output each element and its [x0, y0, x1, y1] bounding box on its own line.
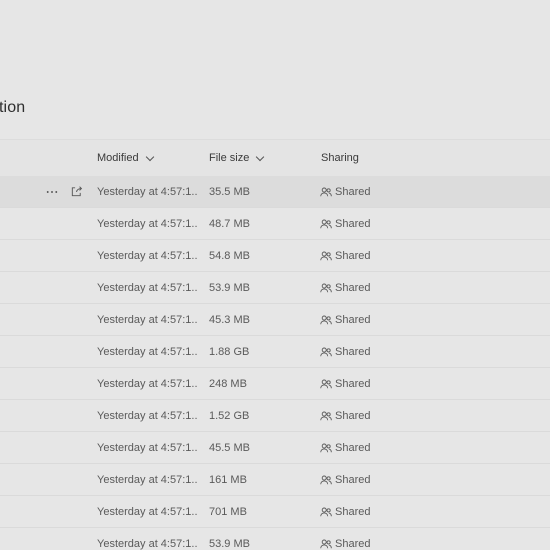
sharing-label: Shared: [335, 537, 371, 550]
sharing-cell[interactable]: Shared: [320, 368, 370, 399]
file-size-cell: 53.9 MB: [209, 281, 250, 294]
file-size-cell: 48.7 MB: [209, 217, 250, 230]
sharing-label: Shared: [335, 377, 371, 390]
people-icon: [320, 411, 332, 421]
file-size-cell: 1.52 GB: [209, 409, 250, 422]
column-header-sharing: Sharing: [321, 140, 359, 176]
file-list-page: tion Modified File size Sharing Yesterda…: [0, 0, 550, 550]
table-row[interactable]: Yesterday at 4:57:1... 1.88 GB Shared: [0, 336, 550, 368]
table-row[interactable]: Yesterday at 4:57:1... 54.8 MB Shared: [0, 240, 550, 272]
people-icon: [320, 539, 332, 549]
table-row[interactable]: Yesterday at 4:57:1... 48.7 MB Shared: [0, 208, 550, 240]
people-icon: [320, 187, 332, 197]
row-actions: [44, 176, 84, 207]
people-icon: [320, 475, 332, 485]
file-size-cell: 35.5 MB: [209, 185, 250, 198]
sharing-label: Shared: [335, 313, 371, 326]
sharing-label: Shared: [335, 345, 371, 358]
column-header-row: Modified File size Sharing: [0, 139, 550, 176]
table-row[interactable]: Yesterday at 4:57:1... 45.5 MB Shared: [0, 432, 550, 464]
modified-cell: Yesterday at 4:57:1...: [97, 345, 197, 358]
table-row[interactable]: Yesterday at 4:57:1... 53.9 MB Shared: [0, 528, 550, 550]
chevron-down-icon: [256, 152, 265, 161]
modified-cell: Yesterday at 4:57:1...: [97, 249, 197, 262]
column-header-sharing-label: Sharing: [321, 152, 359, 164]
sharing-cell[interactable]: Shared: [320, 176, 370, 207]
modified-cell: Yesterday at 4:57:1...: [97, 377, 197, 390]
table-row[interactable]: Yesterday at 4:57:1... 45.3 MB Shared: [0, 304, 550, 336]
sharing-label: Shared: [335, 281, 371, 294]
file-size-cell: 45.3 MB: [209, 313, 250, 326]
sharing-cell[interactable]: Shared: [320, 400, 370, 431]
people-icon: [320, 315, 332, 325]
sharing-label: Shared: [335, 409, 371, 422]
table-row[interactable]: Yesterday at 4:57:1... 53.9 MB Shared: [0, 272, 550, 304]
sharing-label: Shared: [335, 249, 371, 262]
table-row[interactable]: Yesterday at 4:57:1... 161 MB Shared: [0, 464, 550, 496]
modified-cell: Yesterday at 4:57:1...: [97, 313, 197, 326]
page-title: tion: [0, 99, 26, 116]
column-header-file-size-label: File size: [209, 152, 250, 164]
sharing-label: Shared: [335, 441, 371, 454]
people-icon: [320, 443, 332, 453]
people-icon: [320, 379, 332, 389]
share-icon[interactable]: [68, 184, 84, 200]
chevron-down-icon: [145, 152, 154, 161]
people-icon: [320, 347, 332, 357]
modified-cell: Yesterday at 4:57:1...: [97, 441, 197, 454]
sharing-cell[interactable]: Shared: [320, 272, 370, 303]
sharing-label: Shared: [335, 505, 371, 518]
modified-cell: Yesterday at 4:57:1...: [97, 217, 197, 230]
modified-cell: Yesterday at 4:57:1...: [97, 185, 197, 198]
sharing-cell[interactable]: Shared: [320, 240, 370, 271]
file-size-cell: 54.8 MB: [209, 249, 250, 262]
more-options-icon[interactable]: [44, 184, 60, 200]
people-icon: [320, 251, 332, 261]
modified-cell: Yesterday at 4:57:1...: [97, 281, 197, 294]
sharing-label: Shared: [335, 185, 371, 198]
column-header-modified[interactable]: Modified: [97, 140, 154, 176]
file-size-cell: 53.9 MB: [209, 537, 250, 550]
table-row[interactable]: Yesterday at 4:57:1... 701 MB Shared: [0, 496, 550, 528]
table-row[interactable]: Yesterday at 4:57:1... 248 MB Shared: [0, 368, 550, 400]
modified-cell: Yesterday at 4:57:1...: [97, 409, 197, 422]
people-icon: [320, 283, 332, 293]
file-size-cell: 1.88 GB: [209, 345, 250, 358]
file-size-cell: 161 MB: [209, 473, 247, 486]
sharing-cell[interactable]: Shared: [320, 432, 370, 463]
table-row[interactable]: Yesterday at 4:57:1... 35.5 MB Shared: [0, 176, 550, 208]
modified-cell: Yesterday at 4:57:1...: [97, 537, 197, 550]
file-list: Yesterday at 4:57:1... 35.5 MB Shared Yeste…: [0, 176, 550, 550]
sharing-cell[interactable]: Shared: [320, 496, 370, 527]
sharing-cell[interactable]: Shared: [320, 304, 370, 335]
modified-cell: Yesterday at 4:57:1...: [97, 505, 197, 518]
sharing-cell[interactable]: Shared: [320, 208, 370, 239]
people-icon: [320, 219, 332, 229]
table-row[interactable]: Yesterday at 4:57:1... 1.52 GB Shared: [0, 400, 550, 432]
column-header-modified-label: Modified: [97, 152, 139, 164]
sharing-label: Shared: [335, 217, 371, 230]
sharing-cell[interactable]: Shared: [320, 528, 370, 550]
file-size-cell: 45.5 MB: [209, 441, 250, 454]
file-size-cell: 248 MB: [209, 377, 247, 390]
modified-cell: Yesterday at 4:57:1...: [97, 473, 197, 486]
file-size-cell: 701 MB: [209, 505, 247, 518]
sharing-label: Shared: [335, 473, 371, 486]
people-icon: [320, 507, 332, 517]
sharing-cell[interactable]: Shared: [320, 464, 370, 495]
sharing-cell[interactable]: Shared: [320, 336, 370, 367]
column-header-file-size[interactable]: File size: [209, 140, 265, 176]
